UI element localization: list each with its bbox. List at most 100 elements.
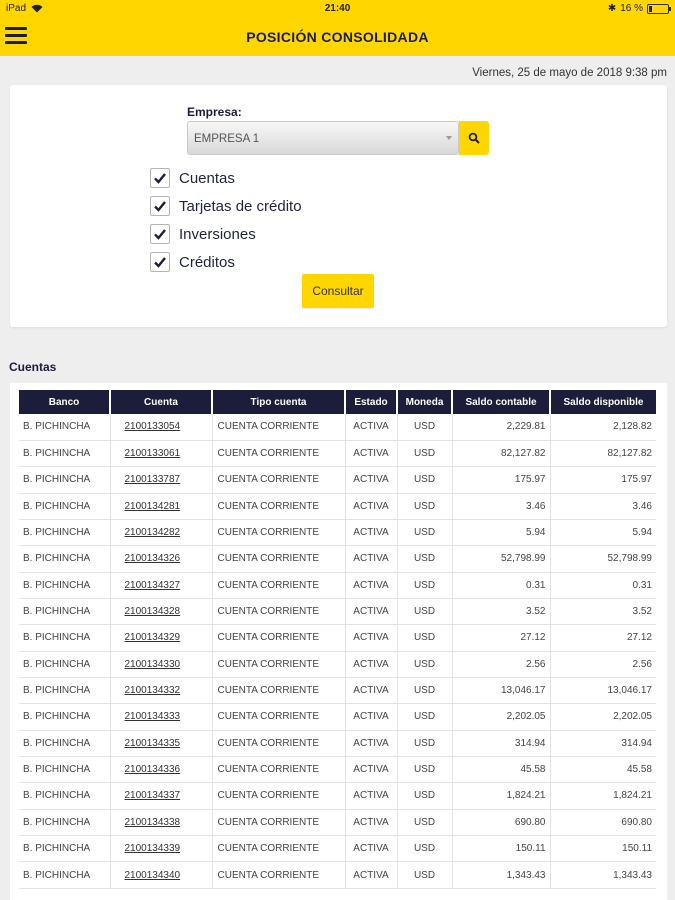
cell-tipo-cuenta: CUENTA CORRIENTE	[212, 809, 346, 837]
cell-moneda: USD	[397, 861, 453, 889]
checkbox-checked-icon[interactable]	[150, 252, 170, 272]
cell-moneda: USD	[397, 782, 453, 810]
cell-banco: B. PICHINCHA	[19, 861, 111, 889]
column-header-estado[interactable]: Estado	[345, 390, 398, 414]
cell-saldo-disponible: 1,343.43	[550, 861, 656, 889]
checkbox-inversiones[interactable]: Inversiones	[150, 224, 256, 244]
cell-saldo-contable: 13,046.17	[452, 677, 551, 705]
cell-cuenta-link[interactable]: 2100134281	[110, 493, 213, 520]
cell-cuenta-link[interactable]: 2100134330	[110, 651, 213, 678]
cell-cuenta-link[interactable]: 2100134328	[110, 598, 213, 626]
cell-saldo-disponible: 3.52	[550, 598, 656, 626]
cell-cuenta-link[interactable]: 2100134333	[110, 703, 213, 731]
cell-estado: ACTIVA	[345, 703, 398, 731]
cell-saldo-contable: 314.94	[452, 730, 551, 757]
cell-tipo-cuenta: CUENTA CORRIENTE	[212, 493, 346, 520]
cell-banco: B. PICHINCHA	[19, 756, 111, 784]
cell-saldo-contable: 690.80	[452, 809, 551, 837]
table-row: B. PICHINCHA 2100134336 CUENTA CORRIENTE AC…	[19, 756, 656, 784]
cell-saldo-contable: 1,824.21	[452, 782, 551, 810]
column-header-tipo-cuenta[interactable]: Tipo cuenta	[212, 390, 346, 414]
cell-estado: ACTIVA	[345, 466, 398, 494]
cell-estado: ACTIVA	[345, 861, 398, 889]
checkbox-checked-icon[interactable]	[150, 168, 170, 188]
column-header-saldo-contable[interactable]: Saldo contable	[452, 390, 551, 414]
cell-cuenta-link[interactable]: 2100134332	[110, 677, 213, 705]
status-time: 21:40	[324, 3, 351, 14]
empresa-label: Empresa:	[187, 105, 242, 119]
column-header-saldo-disponible[interactable]: Saldo disponible	[550, 390, 656, 414]
cell-cuenta-link[interactable]: 2100134329	[110, 624, 213, 652]
cell-saldo-disponible: 0.31	[550, 572, 656, 599]
checkbox-creditos[interactable]: Créditos	[150, 252, 235, 272]
cell-cuenta-link[interactable]: 2100134282	[110, 519, 213, 547]
cell-cuenta-link[interactable]: 2100134326	[110, 545, 213, 573]
checkbox-checked-icon[interactable]	[150, 196, 170, 216]
cell-saldo-contable: 175.97	[452, 466, 551, 494]
cell-moneda: USD	[397, 519, 453, 547]
cell-saldo-disponible: 45.58	[550, 756, 656, 784]
cell-saldo-contable: 1,343.43	[452, 861, 551, 889]
cell-tipo-cuenta: CUENTA CORRIENTE	[212, 414, 346, 441]
checkbox-cuentas[interactable]: Cuentas	[150, 168, 235, 188]
cell-moneda: USD	[397, 651, 453, 678]
cell-estado: ACTIVA	[345, 440, 398, 468]
cell-cuenta-link[interactable]: 2100134337	[110, 782, 213, 810]
cell-saldo-disponible: 2.56	[550, 651, 656, 678]
cell-tipo-cuenta: CUENTA CORRIENTE	[212, 782, 346, 810]
cell-saldo-contable: 2.56	[452, 651, 551, 678]
cell-saldo-contable: 27.12	[452, 624, 551, 652]
cell-saldo-disponible: 690.80	[550, 809, 656, 837]
search-button[interactable]	[459, 121, 489, 155]
cell-estado: ACTIVA	[345, 598, 398, 626]
checkbox-checked-icon[interactable]	[150, 224, 170, 244]
table-row: B. PICHINCHA 2100133787 CUENTA CORRIENTE AC…	[19, 466, 656, 494]
cell-tipo-cuenta: CUENTA CORRIENTE	[212, 466, 346, 494]
cell-estado: ACTIVA	[345, 782, 398, 810]
cell-moneda: USD	[397, 545, 453, 573]
cell-tipo-cuenta: CUENTA CORRIENTE	[212, 651, 346, 678]
column-header-moneda[interactable]: Moneda	[397, 390, 453, 414]
cell-moneda: USD	[397, 598, 453, 626]
accounts-table-container: Banco Cuenta Tipo cuenta Estado Moneda S…	[10, 383, 667, 900]
cell-tipo-cuenta: CUENTA CORRIENTE	[212, 730, 346, 757]
cell-banco: B. PICHINCHA	[19, 466, 111, 494]
column-header-cuenta[interactable]: Cuenta	[110, 390, 213, 414]
cell-saldo-contable: 2,202.05	[452, 703, 551, 731]
consultar-button[interactable]: Consultar	[302, 274, 374, 308]
cell-banco: B. PICHINCHA	[19, 598, 111, 626]
cell-cuenta-link[interactable]: 2100134340	[110, 861, 213, 889]
checkbox-label: Tarjetas de crédito	[179, 197, 302, 215]
cell-cuenta-link[interactable]: 2100133054	[110, 414, 213, 441]
cell-estado: ACTIVA	[345, 519, 398, 547]
empresa-select[interactable]: EMPRESA 1	[187, 121, 459, 155]
cell-saldo-disponible: 2,202.05	[550, 703, 656, 731]
cell-tipo-cuenta: CUENTA CORRIENTE	[212, 756, 346, 784]
column-header-banco[interactable]: Banco	[19, 390, 111, 414]
cell-tipo-cuenta: CUENTA CORRIENTE	[212, 572, 346, 599]
table-row: B. PICHINCHA 2100133061 CUENTA CORRIENTE AC…	[19, 440, 656, 468]
cell-moneda: USD	[397, 466, 453, 494]
table-row: B. PICHINCHA 2100134338 CUENTA CORRIENTE AC…	[19, 809, 656, 837]
cell-cuenta-link[interactable]: 2100134336	[110, 756, 213, 784]
cell-moneda: USD	[397, 414, 453, 441]
bluetooth-icon: ✱	[607, 3, 617, 14]
app-header: POSICIÓN CONSOLIDADA	[0, 18, 675, 56]
cell-moneda: USD	[397, 440, 453, 468]
cell-cuenta-link[interactable]: 2100134335	[110, 730, 213, 757]
table-row: B. PICHINCHA 2100134281 CUENTA CORRIENTE AC…	[19, 493, 656, 520]
cell-estado: ACTIVA	[345, 414, 398, 441]
table-row: B. PICHINCHA 2100134326 CUENTA CORRIENTE AC…	[19, 545, 656, 573]
checkbox-tarjetas[interactable]: Tarjetas de crédito	[150, 196, 302, 216]
cell-cuenta-link[interactable]: 2100134327	[110, 572, 213, 599]
cell-cuenta-link[interactable]: 2100134339	[110, 835, 213, 863]
cell-saldo-disponible: 2,128.82	[550, 414, 656, 441]
cell-cuenta-link[interactable]: 2100133061	[110, 440, 213, 468]
cell-estado: ACTIVA	[345, 493, 398, 520]
cell-cuenta-link[interactable]: 2100133787	[110, 466, 213, 494]
cell-cuenta-link[interactable]: 2100134338	[110, 809, 213, 837]
cell-estado: ACTIVA	[345, 730, 398, 757]
cell-saldo-disponible: 5.94	[550, 519, 656, 547]
cell-banco: B. PICHINCHA	[19, 809, 111, 837]
table-row: B. PICHINCHA 2100134330 CUENTA CORRIENTE AC…	[19, 651, 656, 678]
